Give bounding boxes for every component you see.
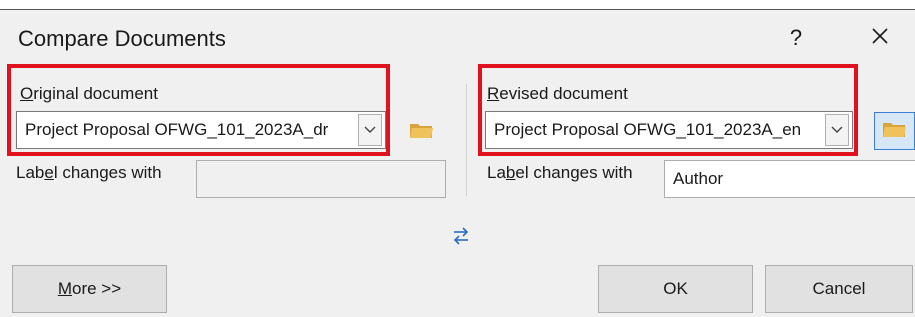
folder-icon <box>882 119 908 144</box>
original-highlight-box <box>7 64 390 156</box>
revised-browse-button[interactable] <box>874 112 915 150</box>
more-button[interactable]: More >> <box>12 265 167 313</box>
original-changes-prefix: Lab <box>16 163 45 182</box>
close-button[interactable] <box>862 22 898 54</box>
dialog-title: Compare Documents <box>18 26 226 51</box>
revised-label-changes-label: Label changes with <box>487 163 633 183</box>
original-changes-mnemonic: e <box>44 163 54 182</box>
original-label-changes-label: Label changes with <box>16 163 162 183</box>
revised-changes-rest: el changes with <box>515 163 633 182</box>
cancel-button[interactable]: Cancel <box>765 265 913 313</box>
revised-label-changes-input[interactable]: Author <box>664 160 915 198</box>
original-changes-rest: l changes with <box>53 163 162 182</box>
revised-label-changes-value: Author <box>673 169 724 188</box>
original-label-changes-input[interactable] <box>196 160 446 198</box>
close-icon <box>870 26 890 51</box>
more-mnemonic: M <box>57 279 72 298</box>
swap-arrows-icon <box>452 226 470 251</box>
swap-documents-button[interactable] <box>448 226 474 250</box>
help-button[interactable]: ? <box>780 22 812 54</box>
revised-highlight-box <box>478 64 858 156</box>
more-label-rest: ore >> <box>72 279 122 298</box>
revised-changes-prefix: La <box>487 163 506 182</box>
section-divider <box>466 84 467 196</box>
original-browse-button[interactable] <box>402 116 442 148</box>
window-top-border <box>0 9 915 10</box>
compare-documents-dialog: Compare Documents ? Original document Pr… <box>0 0 915 317</box>
revised-changes-mnemonic: b <box>505 163 516 182</box>
folder-icon <box>409 120 435 145</box>
ok-button[interactable]: OK <box>598 265 753 313</box>
